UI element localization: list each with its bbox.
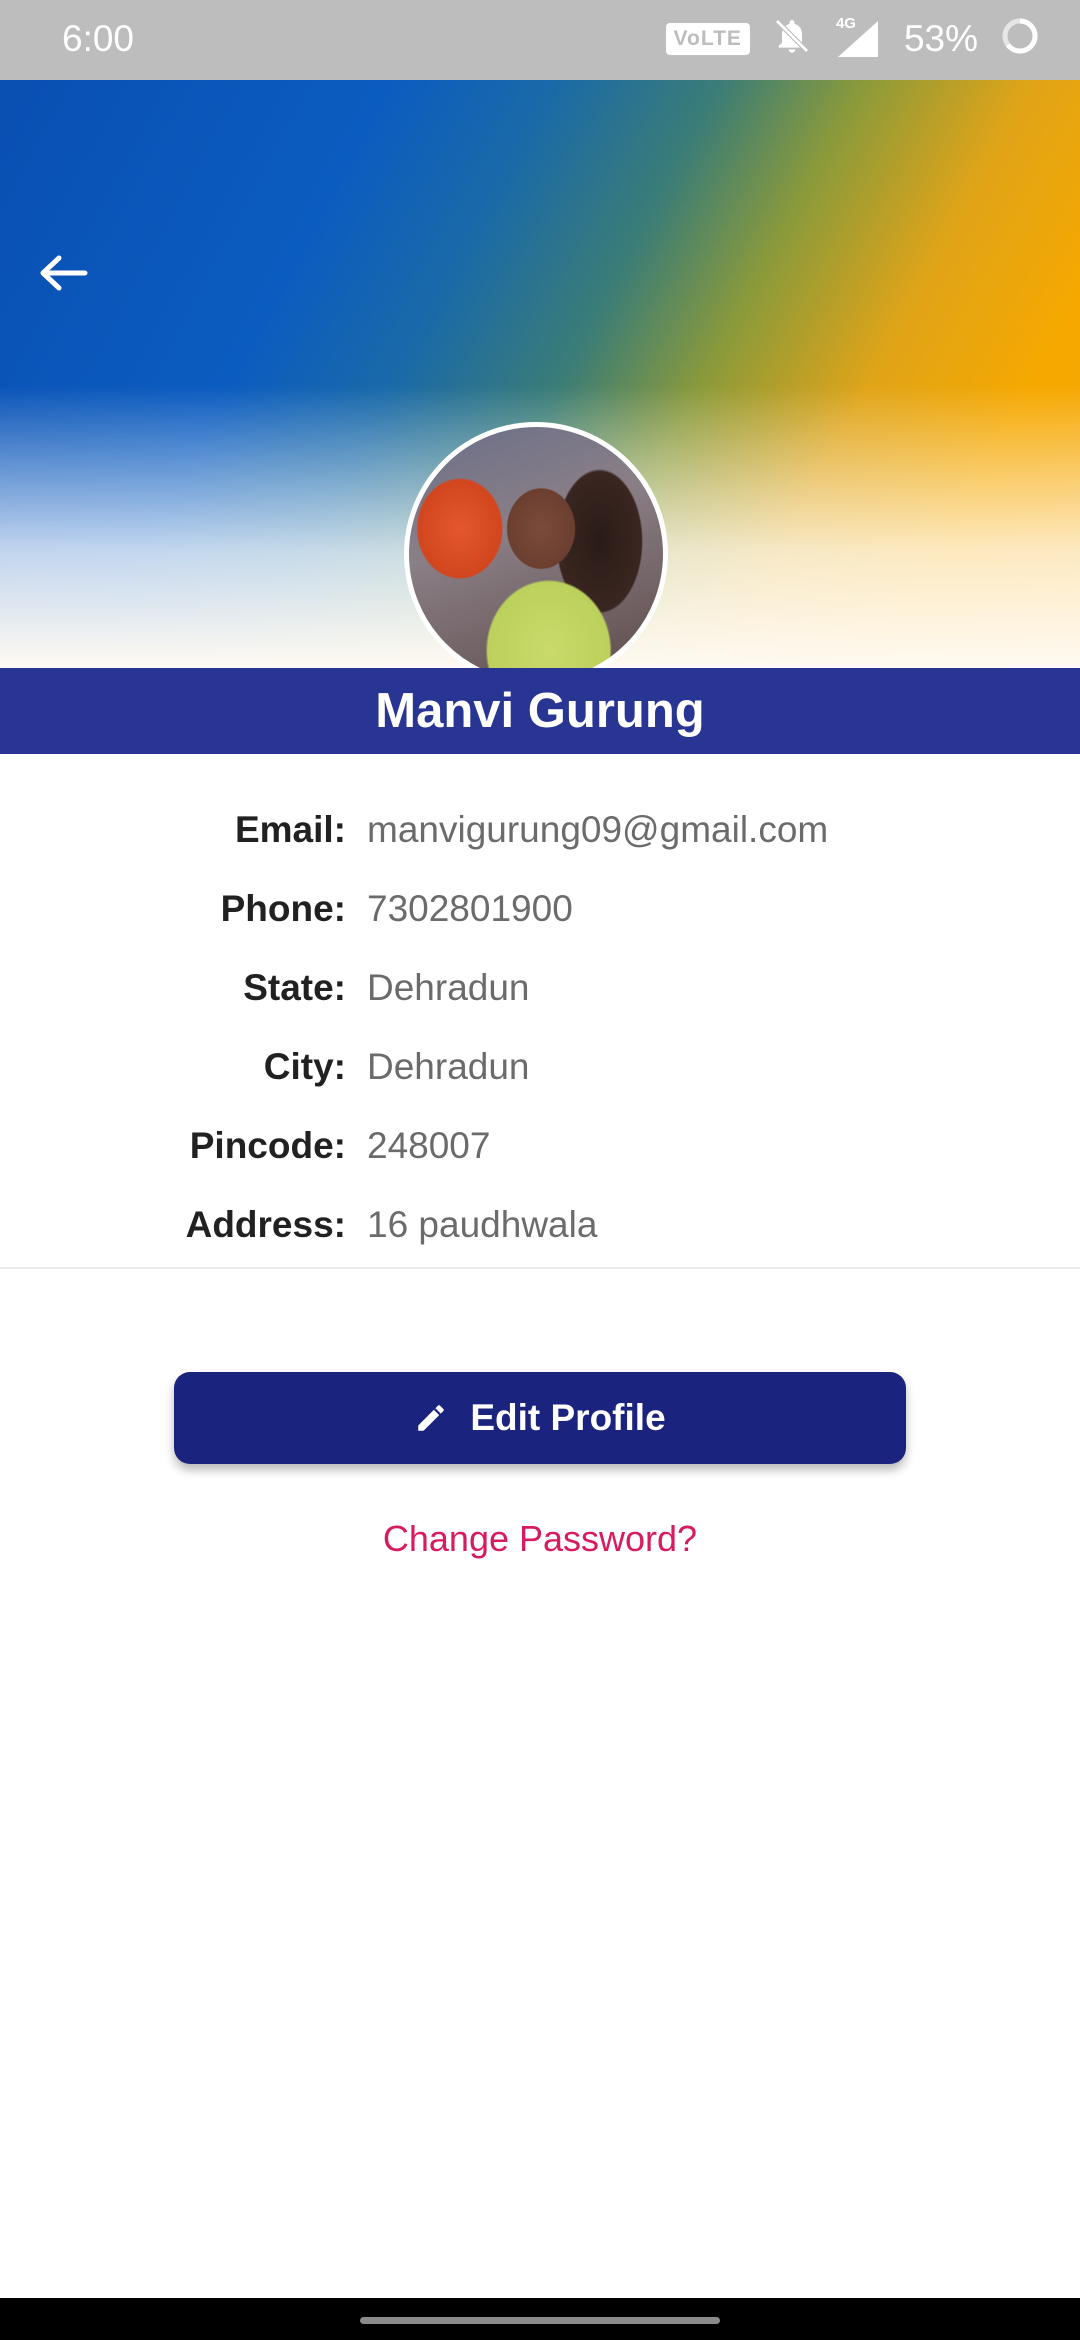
- network-type: 4G: [835, 14, 856, 32]
- pincode-label: Pincode:: [189, 1124, 346, 1166]
- state-value: Dehradun: [367, 966, 530, 1008]
- detail-row-email: Email: manvigurung09@gmail.com: [0, 790, 1080, 869]
- change-password-link[interactable]: Change Password?: [0, 1518, 1080, 1560]
- home-indicator[interactable]: [360, 2317, 720, 2324]
- profile-details: Email: manvigurung09@gmail.com Phone: 73…: [0, 790, 1080, 1264]
- state-label: State:: [243, 966, 346, 1008]
- profile-name-banner: Manvi Gurung: [0, 668, 1080, 754]
- status-icons: VoLTE 4G 53%: [665, 15, 1040, 61]
- detail-row-address: Address: 16 paudhwala: [0, 1185, 1080, 1264]
- edit-profile-label: Edit Profile: [470, 1397, 666, 1438]
- address-value: 16 paudhwala: [367, 1203, 598, 1245]
- status-time: 6:00: [62, 18, 135, 59]
- profile-name: Manvi Gurung: [375, 684, 705, 738]
- battery-percent: 53%: [903, 17, 978, 59]
- detail-row-state: State: Dehradun: [0, 948, 1080, 1027]
- email-label: Email:: [234, 808, 346, 850]
- detail-row-city: City: Dehradun: [0, 1027, 1080, 1106]
- city-value: Dehradun: [367, 1045, 530, 1087]
- battery-icon: [1000, 16, 1040, 61]
- divider: [0, 1267, 1080, 1269]
- arrow-left-icon: [40, 255, 88, 291]
- pincode-value: 248007: [367, 1124, 491, 1166]
- edit-profile-button[interactable]: Edit Profile: [174, 1372, 906, 1464]
- email-value: manvigurung09@gmail.com: [367, 808, 829, 850]
- detail-row-phone: Phone: 7302801900: [0, 869, 1080, 948]
- avatar[interactable]: [404, 422, 668, 668]
- profile-header: [0, 80, 1080, 668]
- volte-badge: VoLTE: [665, 22, 750, 55]
- detail-row-pincode: Pincode: 248007: [0, 1106, 1080, 1185]
- signal-icon: 4G: [834, 15, 882, 59]
- phone-label: Phone:: [220, 887, 346, 929]
- bell-off-icon: [772, 16, 812, 61]
- address-label: Address:: [185, 1203, 346, 1245]
- back-button[interactable]: [30, 240, 96, 306]
- pencil-icon: [418, 1405, 445, 1431]
- city-label: City:: [263, 1045, 346, 1087]
- phone-value: 7302801900: [367, 887, 573, 929]
- status-bar: 6:00 VoLTE 4G 53%: [0, 0, 1080, 80]
